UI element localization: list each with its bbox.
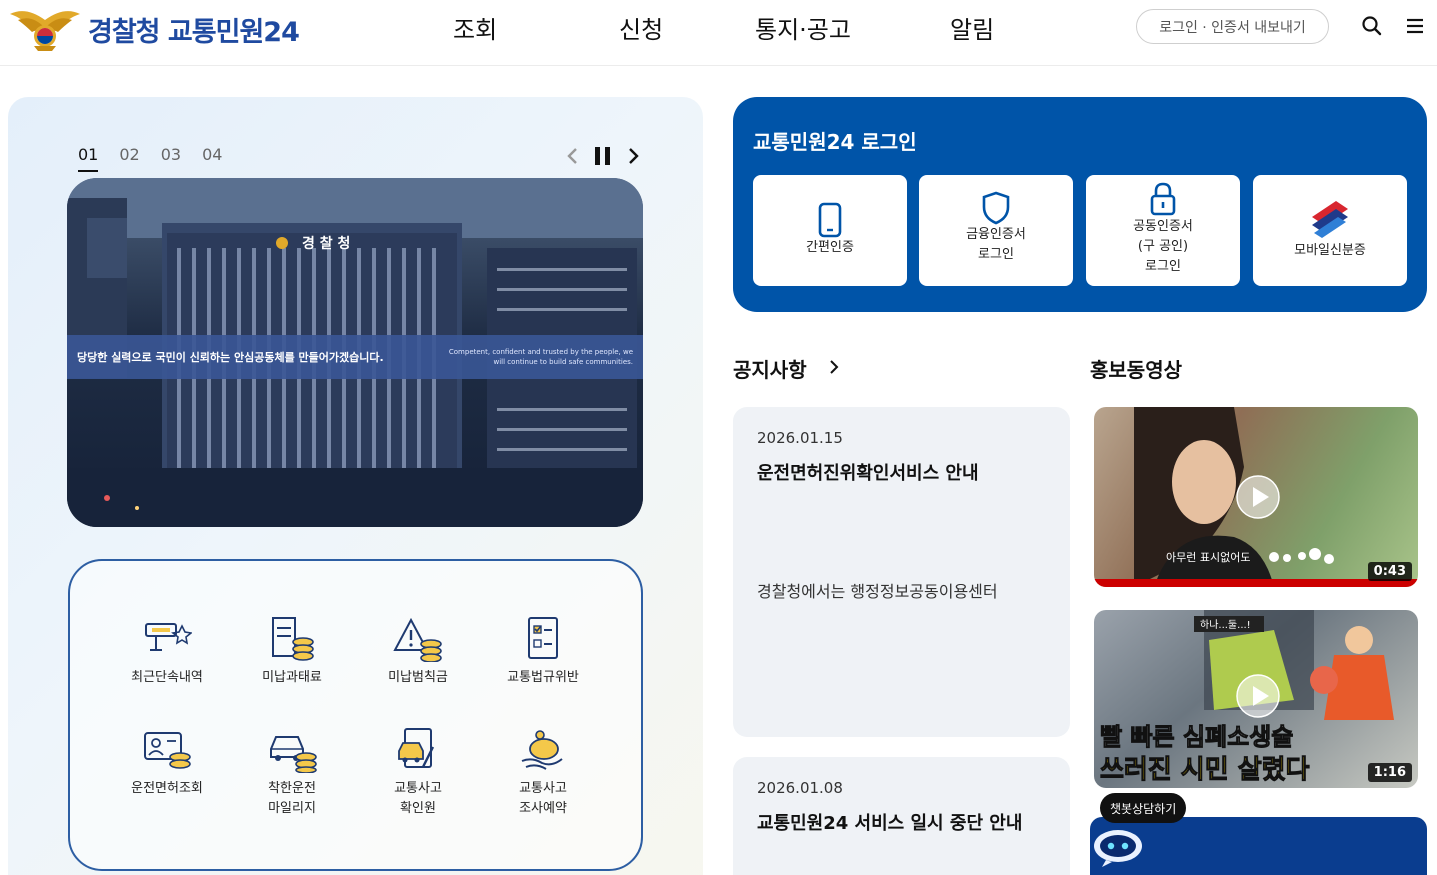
nav-item-lookup[interactable]: 조회 xyxy=(453,10,497,45)
slide-tab-3[interactable]: 03 xyxy=(161,145,181,172)
logo-text: 경찰청 교통민원24 xyxy=(88,16,300,48)
slide-slogan-en: Competent, confident and trusted by the … xyxy=(448,348,633,366)
quick-item-accident-certificate[interactable]: 교통사고 확인원 xyxy=(358,727,478,819)
video-thumbnail-1[interactable]: 아무런 표시없어도 0:43 xyxy=(1094,407,1418,587)
slide-slogan-banner: 당당한 실력으로 국민이 신뢰하는 안심공동체를 만들어가겠습니다. Compe… xyxy=(67,335,643,379)
notice-date: 2026.01.08 xyxy=(757,779,843,797)
notice-title: 교통민원24 서비스 일시 중단 안내 xyxy=(757,813,1023,834)
quick-label: 착한운전 마일리지 xyxy=(268,781,316,816)
chatbot-bubble[interactable]: 챗봇상담하기 xyxy=(1100,793,1187,823)
quick-item-recent-enforcement[interactable]: 최근단속내역 xyxy=(107,616,227,688)
quick-item-traffic-violation[interactable]: 교통법규위반 xyxy=(483,616,603,688)
login-option-label: 금융인증서 로그인 xyxy=(966,227,1026,262)
quick-item-accident-reservation[interactable]: 교통사고 조사예약 xyxy=(483,727,603,819)
site-header: 경찰청 교통민원24 조회 신청 통지·공고 알림 로그인 · 인증서 내보내기 xyxy=(0,0,1437,66)
login-title: 교통민원24 로그인 xyxy=(753,130,917,154)
notices-title[interactable]: 공지사항 xyxy=(733,354,807,383)
video-duration: 0:43 xyxy=(1367,562,1412,581)
chevron-left-icon[interactable] xyxy=(562,145,584,167)
notice-item[interactable]: 2026.01.08 교통민원24 서비스 일시 중단 안내 xyxy=(733,757,1070,875)
slide-tab-1[interactable]: 01 xyxy=(78,145,99,172)
slide-tab-4[interactable]: 04 xyxy=(202,145,222,172)
quick-label: 운전면허조회 xyxy=(131,781,203,796)
notice-body: 경찰청에서는 행정정보공동이용센터 xyxy=(757,582,998,601)
quick-label: 최근단속내역 xyxy=(131,670,203,685)
slide-image-police-hq[interactable]: 경 찰 청 당당한 실력으로 국민이 신뢰하는 안심공동체를 만들어가겠습니다.… xyxy=(67,178,643,527)
quick-label: 미납과태료 xyxy=(262,670,322,685)
quick-label: 미납범칙금 xyxy=(388,670,448,685)
lock-icon xyxy=(1150,182,1176,216)
notice-title: 운전면허진위확인서비스 안내 xyxy=(757,463,979,484)
quick-label: 교통법규위반 xyxy=(507,670,579,685)
play-icon[interactable] xyxy=(1236,475,1280,519)
video-badge: 하나...둘...! xyxy=(1200,618,1251,631)
camera-speed-icon xyxy=(145,623,192,651)
financial-cert-login-button[interactable]: 금융인증서 로그인 xyxy=(919,175,1073,286)
quick-item-unpaid-penalty[interactable]: 미납범칙금 xyxy=(358,616,478,688)
document-check-icon xyxy=(528,617,558,659)
quick-item-license-lookup[interactable]: 운전면허조회 xyxy=(107,727,227,799)
chevron-right-icon[interactable] xyxy=(826,359,842,375)
accident-doc-icon xyxy=(398,728,435,768)
receipt-coins-icon xyxy=(272,617,314,661)
shield-icon xyxy=(982,191,1010,225)
quick-menu: 최근단속내역 미납과태료 미납범칙금 교통법규위반 운전면허조회 착한운전 마일… xyxy=(68,559,643,871)
nav-item-news[interactable]: 알림 xyxy=(950,10,994,45)
login-option-label: 간편인증 xyxy=(806,240,854,255)
joint-cert-login-button[interactable]: 공동인증서 (구 공인) 로그인 xyxy=(1086,175,1240,286)
car-coins-icon xyxy=(270,736,317,773)
smartphone-icon xyxy=(818,202,842,238)
chatbot-icon[interactable] xyxy=(1092,826,1144,868)
login-option-label: 모바일신분증 xyxy=(1294,243,1366,258)
piggy-bank-icon xyxy=(521,730,563,770)
license-card-icon xyxy=(144,732,191,769)
login-card: 교통민원24 로그인 간편인증 금융인증서 로그인 공동인증서 (구 공인) 로… xyxy=(733,97,1427,312)
quick-item-unpaid-fine[interactable]: 미납과태료 xyxy=(232,616,352,688)
hamburger-menu-icon[interactable] xyxy=(1403,14,1427,38)
video-caption-top: 빨 빠른 심폐소생술 xyxy=(1100,723,1293,751)
slide-tabs: 01 02 03 04 xyxy=(78,145,243,172)
login-export-button[interactable]: 로그인 · 인증서 내보내기 xyxy=(1136,9,1329,44)
building-sign: 경 찰 청 xyxy=(302,235,350,252)
nav-item-notice[interactable]: 통지·공고 xyxy=(755,10,851,45)
chevron-right-icon[interactable] xyxy=(622,145,644,167)
notice-date: 2026.01.15 xyxy=(757,429,843,447)
slide-slogan-ko: 당당한 실력으로 국민이 신뢰하는 안심공동체를 만들어가겠습니다. xyxy=(77,351,384,364)
play-icon[interactable] xyxy=(1236,674,1280,718)
pause-icon[interactable] xyxy=(592,145,614,167)
video-duration: 1:16 xyxy=(1367,763,1412,782)
slide-tab-2[interactable]: 02 xyxy=(119,145,139,172)
login-option-label: 공동인증서 (구 공인) 로그인 xyxy=(1133,219,1193,274)
site-logo[interactable]: 경찰청 교통민원24 xyxy=(8,4,300,54)
mobile-id-button[interactable]: 모바일신분증 xyxy=(1253,175,1407,286)
quick-label: 교통사고 조사예약 xyxy=(519,781,567,816)
search-icon[interactable] xyxy=(1360,14,1384,38)
nav-item-apply[interactable]: 신청 xyxy=(619,10,663,45)
warning-coins-icon xyxy=(393,617,442,662)
video-caption: 아무런 표시없어도 xyxy=(1166,551,1250,564)
quick-label: 교통사고 확인원 xyxy=(394,781,442,816)
main-visual-panel: 01 02 03 04 경 찰 청 당당한 실력으로 국민이 신뢰하는 안심공동… xyxy=(8,97,703,875)
police-emblem-icon xyxy=(10,11,80,51)
video-caption-bottom: 쓰러진 시민 살렸다 xyxy=(1100,755,1310,785)
video-thumbnail-2[interactable]: 하나...둘...! 빨 빠른 심폐소생술 쓰러진 시민 살렸다 1:16 xyxy=(1094,610,1418,788)
notice-item[interactable]: 2026.01.15 운전면허진위확인서비스 안내 경찰청에서는 행정정보공동이… xyxy=(733,407,1070,737)
mobile-id-icon xyxy=(1312,201,1348,238)
videos-title: 홍보동영상 xyxy=(1090,358,1182,382)
quick-item-good-driving-mileage[interactable]: 착한운전 마일리지 xyxy=(232,727,352,819)
simple-auth-button[interactable]: 간편인증 xyxy=(753,175,907,286)
